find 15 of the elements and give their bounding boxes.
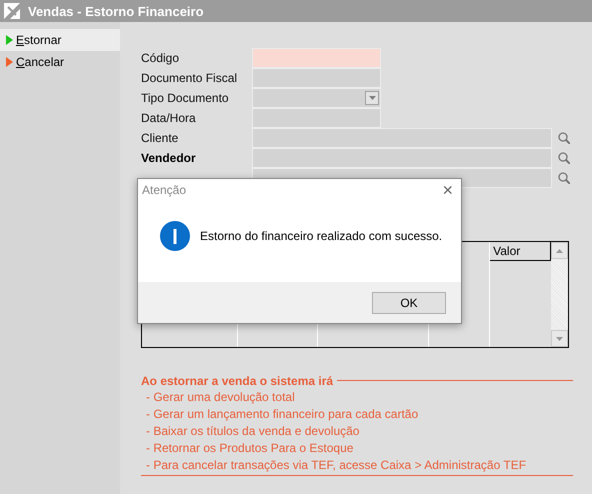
field-label: Documento Fiscal xyxy=(141,71,238,85)
note-item: - Gerar uma devolução total xyxy=(145,388,296,405)
note-item: - Gerar um lançamento financeiro para cada cartão xyxy=(145,406,420,422)
note-item: - Para cancelar transações via TEF, acesse Caixa > Administração TEF xyxy=(145,456,528,473)
dialog-title: Atenção xyxy=(142,183,186,197)
notes-heading: Ao estornar a venda o sistema irá xyxy=(141,374,334,388)
field-label: Código xyxy=(141,51,180,65)
field-label: Data/Hora xyxy=(141,111,197,125)
field-label: Tipo Documento xyxy=(141,91,230,105)
field-label: Vendedor xyxy=(141,151,197,165)
field-label: Cliente xyxy=(141,131,180,145)
window-title: Vendas - Estorno Financeiro xyxy=(28,4,204,18)
note-item: - Baixar os títulos da venda e devolução xyxy=(145,422,360,439)
note-item: - Retornar os Produtos Para o Estoque xyxy=(145,440,354,456)
dialog-message: Estorno do financeiro realizado com sucesso. xyxy=(200,228,442,242)
